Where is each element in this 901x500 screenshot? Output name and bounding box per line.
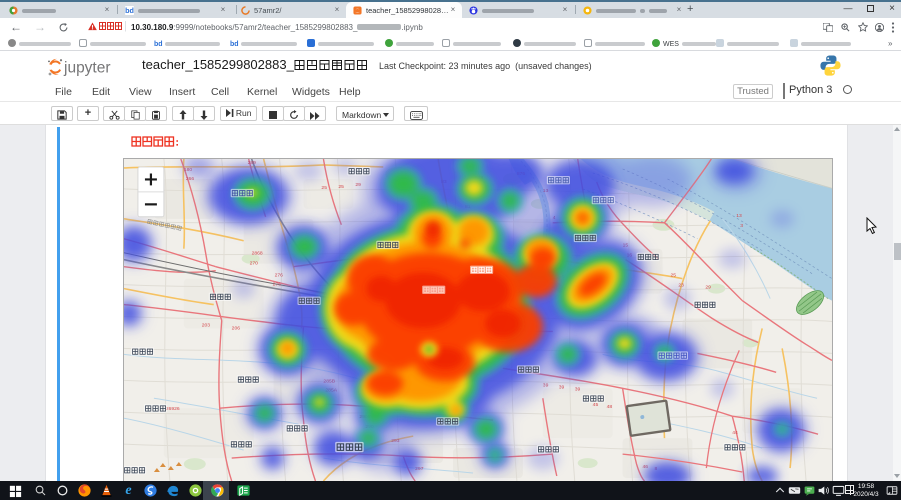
svg-text:203: 203 [202,322,211,328]
svg-text:13: 13 [736,213,742,219]
svg-text:270: 270 [250,261,259,267]
svg-text:jupyter: jupyter [63,60,111,77]
svg-text:48: 48 [607,404,613,410]
svg-text:276: 276 [273,282,282,288]
svg-text:39: 39 [575,386,581,392]
svg-text:206: 206 [232,325,241,331]
svg-text:45: 45 [593,402,599,408]
svg-text:25: 25 [321,185,327,191]
svg-text:bd: bd [125,6,134,15]
svg-text:276: 276 [275,273,284,279]
svg-text:266: 266 [186,176,195,182]
svg-text:3: 3 [740,223,743,229]
svg-text:29: 29 [355,182,361,188]
svg-text:44: 44 [732,430,738,436]
svg-text:2868: 2868 [252,251,263,257]
svg-text:26926: 26926 [166,406,180,412]
svg-text:39: 39 [559,384,565,390]
svg-text:25: 25 [670,273,676,279]
svg-text:25: 25 [338,184,344,190]
svg-text:29: 29 [705,285,711,291]
